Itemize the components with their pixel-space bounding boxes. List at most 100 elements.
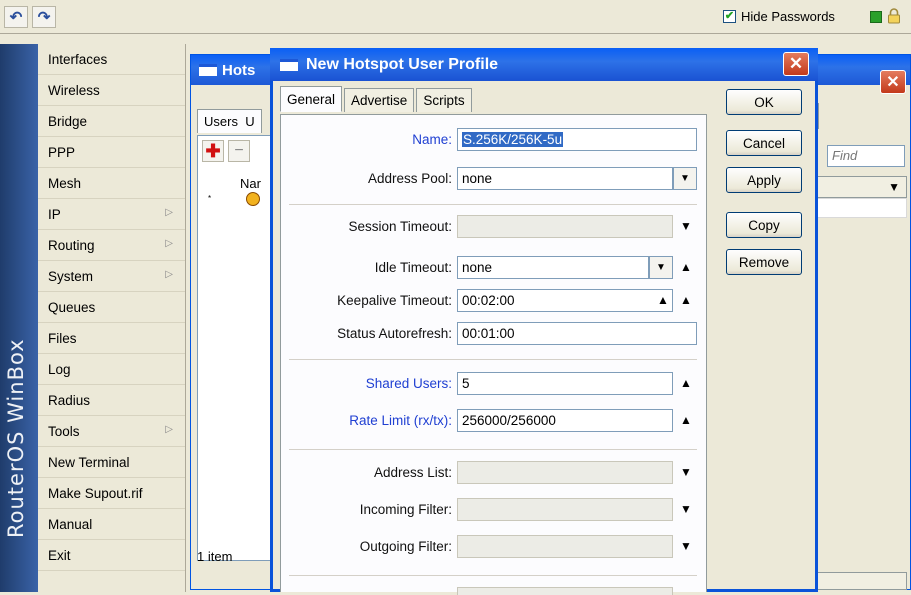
status-autorefresh-input[interactable]: 00:01:00 bbox=[457, 322, 697, 345]
undo-button[interactable]: ↶ bbox=[4, 6, 28, 28]
menu-item-manual[interactable]: Manual bbox=[38, 509, 185, 540]
address-pool-label: Address Pool: bbox=[367, 171, 452, 186]
apply-button[interactable]: Apply bbox=[726, 167, 802, 193]
collapse-up-icon[interactable]: ▲ bbox=[680, 260, 692, 274]
idle-timeout-input[interactable]: none bbox=[457, 256, 649, 279]
menu-item-label: Make Supout.rif bbox=[48, 485, 143, 501]
session-timeout-row: Session Timeout: ▼ bbox=[281, 215, 708, 239]
menu-item-mesh[interactable]: Mesh bbox=[38, 168, 185, 199]
cancel-button[interactable]: Cancel bbox=[726, 130, 802, 156]
session-timeout-input[interactable] bbox=[457, 215, 673, 238]
tab-next-label: U bbox=[245, 114, 255, 129]
next-field-partial[interactable] bbox=[457, 587, 673, 595]
remove-button[interactable]: − bbox=[228, 140, 250, 162]
menu-item-label: Files bbox=[48, 330, 77, 346]
rate-limit-input[interactable]: 256000/256000 bbox=[457, 409, 673, 432]
menu-item-tools[interactable]: Tools ▷ bbox=[38, 416, 185, 447]
keepalive-timeout-label: Keepalive Timeout: bbox=[337, 293, 452, 308]
users-list[interactable]: ✚ − Nar * bbox=[197, 135, 277, 561]
status-indicator bbox=[870, 11, 882, 23]
keepalive-timeout-input[interactable]: 00:02:00 bbox=[457, 289, 673, 312]
chevron-down-icon: ▼ bbox=[656, 261, 666, 273]
menu-item-log[interactable]: Log bbox=[38, 354, 185, 385]
expand-down-icon[interactable]: ▼ bbox=[680, 219, 692, 233]
dialog-titlebar[interactable]: New Hotspot User Profile bbox=[270, 48, 818, 81]
menu-item-wireless[interactable]: Wireless bbox=[38, 75, 185, 106]
menu-item-label: Queues bbox=[48, 299, 96, 315]
expand-down-icon[interactable]: ▼ bbox=[680, 502, 692, 516]
dialog-window-icon bbox=[280, 58, 298, 71]
menu-item-label: System bbox=[48, 268, 94, 284]
copy-button[interactable]: Copy bbox=[726, 212, 802, 238]
menu-item-label: PPP bbox=[48, 144, 76, 160]
menu-item-label: Routing bbox=[48, 237, 95, 253]
tab-scripts[interactable]: Scripts bbox=[416, 88, 472, 112]
expand-down-icon[interactable]: ▼ bbox=[680, 465, 692, 479]
address-list-label: Address List: bbox=[373, 465, 452, 480]
hide-passwords-checkbox[interactable]: ✔ bbox=[723, 10, 736, 23]
menu-item-exit[interactable]: Exit bbox=[38, 540, 185, 571]
incoming-filter-row: Incoming Filter: ▼ bbox=[281, 498, 708, 522]
outgoing-filter-input[interactable] bbox=[457, 535, 673, 558]
column-dropdown-icon[interactable]: ▼ bbox=[888, 180, 900, 194]
menu-item-ppp[interactable]: PPP bbox=[38, 137, 185, 168]
menu-item-make-supout-rif[interactable]: Make Supout.rif bbox=[38, 478, 185, 509]
separator bbox=[289, 575, 697, 576]
main-toolbar: ↶ ↷ ✔ Hide Passwords bbox=[0, 0, 911, 34]
add-button[interactable]: ✚ bbox=[202, 140, 224, 162]
menu-item-files[interactable]: Files bbox=[38, 323, 185, 354]
shared-users-row: Shared Users: 5 ▲ bbox=[281, 372, 708, 396]
menu-item-queues[interactable]: Queues bbox=[38, 292, 185, 323]
dialog-close-button[interactable]: ✕ bbox=[783, 52, 809, 76]
shared-users-input[interactable]: 5 bbox=[457, 372, 673, 395]
hide-passwords-toggle[interactable]: ✔ Hide Passwords bbox=[723, 9, 835, 24]
close-icon: ✕ bbox=[788, 54, 804, 73]
collapse-up-icon[interactable]: ▲ bbox=[680, 413, 692, 427]
tab-users[interactable]: Users U bbox=[197, 109, 262, 133]
remove-button[interactable]: Remove bbox=[726, 249, 802, 275]
find-input[interactable]: Find bbox=[827, 145, 905, 167]
ok-button[interactable]: OK bbox=[726, 89, 802, 115]
outgoing-filter-label: Outgoing Filter: bbox=[359, 539, 452, 554]
menu-item-bridge[interactable]: Bridge bbox=[38, 106, 185, 137]
redo-button[interactable]: ↷ bbox=[32, 6, 56, 28]
outgoing-filter-row: Outgoing Filter: ▼ bbox=[281, 535, 708, 559]
idle-timeout-row: Idle Timeout: none ▼ ▲ bbox=[281, 256, 708, 280]
address-list-row: Address List: ▼ bbox=[281, 461, 708, 485]
column-header-name[interactable]: Nar bbox=[240, 176, 261, 191]
collapse-up-icon[interactable]: ▲ bbox=[680, 293, 692, 307]
hide-passwords-label: Hide Passwords bbox=[741, 9, 835, 24]
incoming-filter-input[interactable] bbox=[457, 498, 673, 521]
menu-item-interfaces[interactable]: Interfaces bbox=[38, 44, 185, 75]
menu-item-label: Log bbox=[48, 361, 71, 377]
tab-users-label: Users bbox=[204, 114, 238, 129]
menu-item-label: Manual bbox=[48, 516, 93, 532]
separator bbox=[289, 449, 697, 450]
idle-timeout-dropdown-button[interactable]: ▼ bbox=[649, 256, 673, 279]
spin-up-icon[interactable]: ▲ bbox=[657, 293, 669, 307]
menu-item-label: Exit bbox=[48, 547, 71, 563]
address-pool-dropdown-button[interactable]: ▼ bbox=[673, 167, 697, 190]
address-list-input[interactable] bbox=[457, 461, 673, 484]
hotspot-window-close-button[interactable]: ✕ bbox=[880, 70, 906, 94]
menu-item-system[interactable]: System ▷ bbox=[38, 261, 185, 292]
address-pool-select[interactable]: none bbox=[457, 167, 673, 190]
name-input[interactable]: S.256K/256K-5u bbox=[457, 128, 697, 151]
general-panel: Name: S.256K/256K-5u Address Pool: none … bbox=[280, 114, 708, 595]
menu-item-radius[interactable]: Radius bbox=[38, 385, 185, 416]
grid-header: ▼ bbox=[809, 176, 907, 198]
minus-icon: − bbox=[234, 142, 244, 159]
collapse-up-icon[interactable]: ▲ bbox=[680, 376, 692, 390]
menu-item-new-terminal[interactable]: New Terminal bbox=[38, 447, 185, 478]
grid-footer bbox=[809, 572, 907, 590]
tab-advertise[interactable]: Advertise bbox=[344, 88, 415, 112]
shared-users-label: Shared Users: bbox=[365, 376, 452, 391]
submenu-arrow-icon: ▷ bbox=[165, 424, 173, 435]
menu-item-ip[interactable]: IP ▷ bbox=[38, 199, 185, 230]
menu-item-label: Wireless bbox=[48, 82, 100, 98]
tab-general[interactable]: General bbox=[280, 86, 343, 112]
menu-item-routing[interactable]: Routing ▷ bbox=[38, 230, 185, 261]
main-menu: Interfaces Wireless Bridge PPP Mesh IP ▷ Routin… bbox=[38, 44, 186, 592]
grid-row[interactable] bbox=[809, 198, 907, 218]
expand-down-icon[interactable]: ▼ bbox=[680, 539, 692, 553]
